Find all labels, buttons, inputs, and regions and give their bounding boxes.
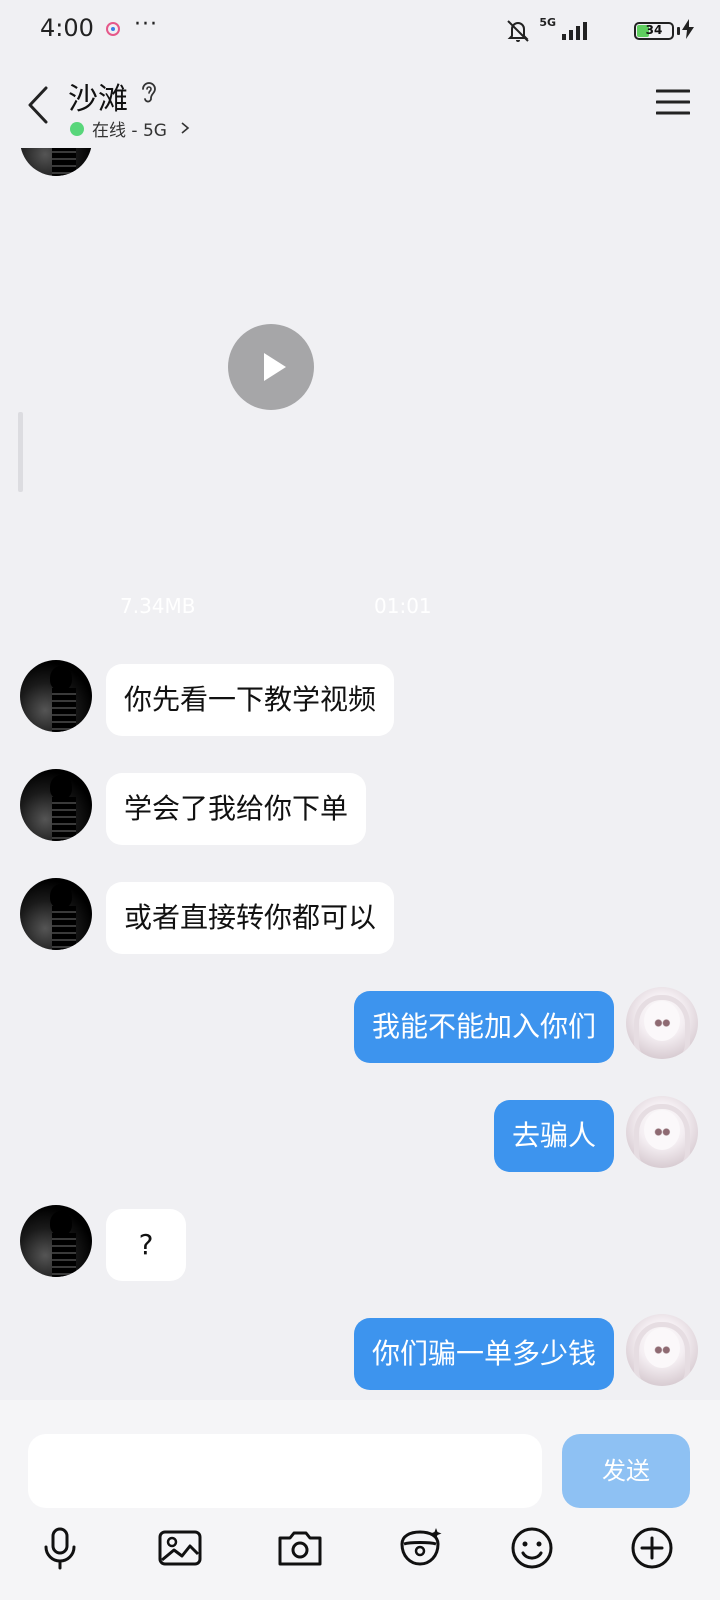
play-icon[interactable] — [228, 324, 314, 410]
sender-avatar[interactable] — [20, 769, 92, 841]
user-avatar[interactable] — [626, 1096, 698, 1168]
emoji-icon[interactable] — [508, 1524, 556, 1572]
input-bar: 发送 — [0, 1400, 720, 1600]
status-time: 4:00 — [40, 14, 94, 42]
status-bar: 4:00 ··· 5G 34 — [0, 0, 720, 62]
battery-icon: 34 — [634, 22, 674, 40]
message-bubble-outgoing[interactable]: 去骗人 — [493, 1100, 614, 1172]
mute-bell-icon — [507, 20, 529, 42]
ear-icon[interactable] — [140, 80, 158, 106]
message-bubble-outgoing[interactable]: 我能不能加入你们 — [353, 991, 614, 1063]
back-button[interactable] — [22, 82, 58, 128]
camera-icon[interactable] — [276, 1524, 324, 1572]
menu-button[interactable] — [656, 88, 690, 116]
video-duration: 01:01 — [374, 594, 432, 618]
video-edge — [18, 412, 23, 492]
video-file-size: 7.34MB — [120, 594, 196, 618]
plus-icon[interactable] — [628, 1524, 676, 1572]
chat-header: 沙滩 在线 - 5G — [0, 62, 720, 148]
message-bubble-incoming[interactable]: 学会了我给你下单 — [106, 773, 367, 845]
signal-icon — [562, 22, 587, 40]
battery-level: 34 — [645, 23, 663, 37]
user-avatar[interactable] — [626, 1314, 698, 1386]
chevron-right-icon[interactable] — [180, 121, 190, 135]
message-input[interactable] — [28, 1434, 542, 1508]
sender-avatar[interactable] — [20, 878, 92, 950]
message-bubble-incoming[interactable]: 你先看一下教学视频 — [106, 664, 395, 736]
sender-avatar[interactable] — [20, 660, 92, 732]
message-bubble-incoming[interactable]: 或者直接转你都可以 — [106, 882, 395, 954]
online-status[interactable]: 在线 - 5G — [92, 116, 167, 141]
battery-tip — [677, 27, 680, 35]
microphone-icon[interactable] — [36, 1524, 84, 1572]
charging-bolt-icon — [682, 19, 694, 39]
send-button[interactable]: 发送 — [562, 1434, 690, 1508]
red-packet-icon[interactable] — [396, 1524, 444, 1572]
online-indicator — [70, 122, 84, 136]
video-message[interactable]: 7.34MB 01:01 — [18, 150, 438, 620]
app-notification-icon — [106, 22, 120, 36]
message-bubble-incoming[interactable]: ? — [106, 1209, 186, 1281]
message-bubble-outgoing[interactable]: 你们骗一单多少钱 — [353, 1318, 614, 1390]
network-type: 5G — [539, 16, 556, 29]
image-icon[interactable] — [156, 1524, 204, 1572]
sender-avatar[interactable] — [20, 1205, 92, 1277]
contact-name[interactable]: 沙滩 — [68, 74, 128, 118]
user-avatar[interactable] — [626, 987, 698, 1059]
more-notifications-icon: ··· — [134, 12, 158, 37]
